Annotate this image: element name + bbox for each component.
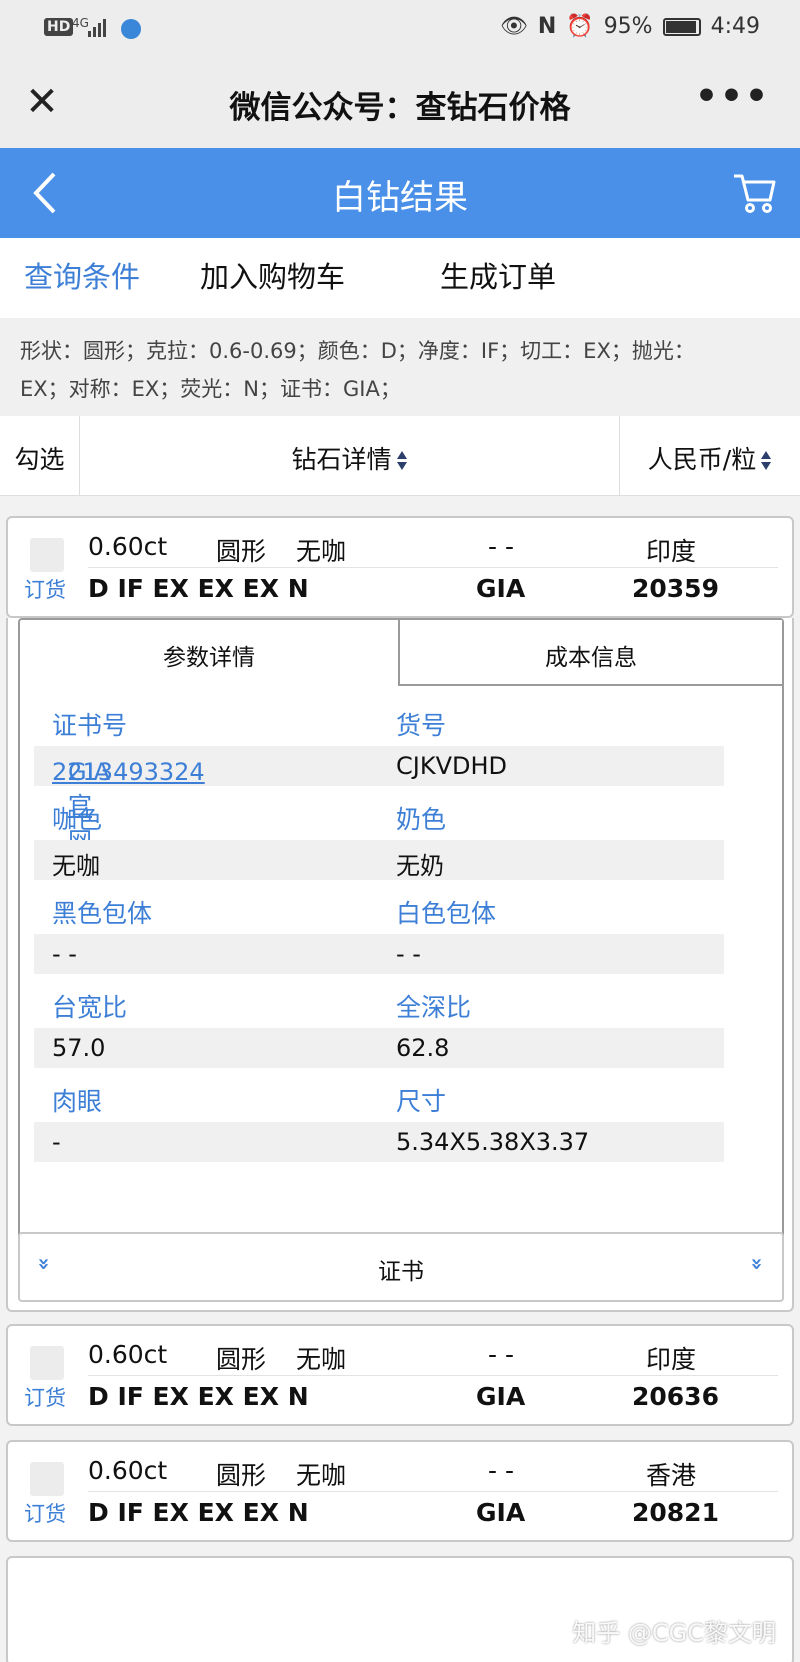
conditions-line-1: 形状：圆形；克拉：0.6-0.69；颜色：D；净度：IF；切工：EX；抛光：: [20, 339, 695, 363]
battery-icon: [662, 17, 701, 36]
size-label: 尺寸: [396, 1087, 447, 1116]
network-type: 4G: [72, 16, 89, 30]
header-title: 白钻结果: [332, 178, 468, 218]
add-to-cart-button[interactable]: 加入购物车: [200, 254, 345, 296]
tab-cost[interactable]: 成本信息: [400, 620, 782, 686]
wechat-title-bar: ✕ 微信公众号：查钻石价格 •••: [0, 56, 800, 148]
origin: 印度: [646, 1345, 697, 1374]
brown-tint: 无咖: [296, 537, 347, 566]
milky-value: - -: [488, 1456, 514, 1485]
price-column-header[interactable]: 人民币/粒: [620, 416, 800, 496]
select-column-header: 勾选: [0, 416, 80, 496]
stock-no-value: CJKVDHD: [396, 752, 507, 780]
page-title: 微信公众号：查钻石价格: [229, 90, 571, 126]
app-header: 白钻结果: [0, 148, 800, 238]
depth-ratio-label: 全深比: [396, 993, 472, 1022]
table-ratio-label: 台宽比: [52, 993, 128, 1022]
alarm-icon: ⏰: [566, 14, 594, 39]
detail-panel: 参数详情 成本信息 证书号 货号 2213493324 GIA官网 CJKVDH…: [6, 618, 794, 1312]
grade: D IF EX EX EX N: [88, 574, 309, 603]
browser-icon: [121, 19, 141, 39]
select-checkbox[interactable]: [30, 1346, 64, 1380]
grade: D IF EX EX EX N: [88, 1498, 309, 1527]
sort-icon[interactable]: [396, 449, 408, 473]
eye-clean-value: -: [52, 1128, 61, 1156]
brown-tint: 无咖: [296, 1345, 347, 1374]
tab-params[interactable]: 参数详情: [20, 620, 400, 686]
white-inclusion-value: - -: [396, 940, 421, 968]
carat: 0.60ct: [88, 1456, 168, 1485]
details-header-label: 钻石详情: [291, 445, 392, 474]
black-inclusion-value: - -: [52, 940, 77, 968]
nfc-icon: N: [537, 14, 557, 39]
milky-value: - -: [488, 1340, 514, 1369]
table-header: 勾选 钻石详情 人民币/粒: [0, 416, 800, 496]
query-conditions-tab[interactable]: 查询条件: [24, 254, 140, 296]
certificate-label: 证书: [378, 1259, 424, 1285]
clock: 4:49: [710, 14, 760, 39]
shape: 圆形: [216, 537, 267, 566]
white-inclusion-label: 白色包体: [396, 899, 497, 928]
stock-no-label: 货号: [396, 711, 447, 740]
milky-value: 无奶: [396, 852, 444, 880]
depth-ratio-value: 62.8: [396, 1034, 450, 1062]
origin: 香港: [646, 1461, 697, 1490]
cart-icon[interactable]: [732, 170, 778, 216]
brown-label: 咖色: [52, 805, 103, 834]
query-conditions-text: 形状：圆形；克拉：0.6-0.69；颜色：D；净度：IF；切工：EX；抛光： E…: [0, 318, 800, 416]
hd-indicator: HD: [44, 18, 74, 36]
size-value: 5.34X5.38X3.37: [396, 1128, 590, 1156]
order-link[interactable]: 订货: [24, 1498, 66, 1528]
list-item[interactable]: 订货 0.60ct 圆形 无咖 - - 印度 D IF EX EX EX N G…: [6, 1324, 794, 1426]
lab: GIA: [476, 574, 526, 603]
grade: D IF EX EX EX N: [88, 1382, 309, 1411]
list-item[interactable]: 订货 0.60ct 圆形 无咖 - - 香港 D IF EX EX EX N G…: [6, 1440, 794, 1542]
action-bar: 查询条件 加入购物车 生成订单: [0, 238, 800, 318]
eye-icon: 👁: [499, 14, 528, 39]
order-link[interactable]: 订货: [24, 1382, 66, 1412]
carat: 0.60ct: [88, 532, 168, 561]
details-column-header[interactable]: 钻石详情: [80, 416, 620, 496]
price: 20636: [632, 1382, 719, 1411]
milky-label: 奶色: [396, 805, 447, 834]
order-link[interactable]: 订货: [24, 574, 66, 604]
signal-icon: [88, 17, 110, 37]
shape: 圆形: [216, 1461, 267, 1490]
carat: 0.60ct: [88, 1340, 168, 1369]
select-checkbox[interactable]: [30, 1462, 64, 1496]
price-header-label: 人民币/粒: [647, 445, 757, 474]
lab: GIA: [476, 1498, 526, 1527]
cert-no-label: 证书号: [52, 711, 128, 740]
shape: 圆形: [216, 1345, 267, 1374]
sort-icon[interactable]: [760, 449, 772, 473]
brown-value: 无咖: [52, 852, 100, 880]
more-menu-icon[interactable]: •••: [695, 76, 770, 117]
detail-tabs: 参数详情 成本信息: [20, 620, 782, 686]
create-order-button[interactable]: 生成订单: [440, 254, 556, 296]
detail-tabs-container: 参数详情 成本信息 证书号 货号 2213493324 GIA官网 CJKVDH…: [18, 618, 784, 1294]
lab: GIA: [476, 1382, 526, 1411]
watermark: 知乎 @CGC黎文明: [572, 1619, 776, 1647]
milky-value: - -: [488, 532, 514, 561]
black-inclusion-label: 黑色包体: [52, 899, 153, 928]
price: 20821: [632, 1498, 719, 1527]
brown-tint: 无咖: [296, 1461, 347, 1490]
origin: 印度: [646, 537, 697, 566]
status-bar: HD 4G 👁 N ⏰ 95% 4:49: [0, 0, 800, 56]
select-checkbox[interactable]: [30, 538, 64, 572]
price: 20359: [632, 574, 719, 603]
list-item[interactable]: 订货 0.60ct 圆形 无咖 - - 印度 D IF EX EX EX N G…: [6, 516, 794, 618]
certificate-expander[interactable]: » 证书 »: [18, 1232, 784, 1302]
eye-clean-label: 肉眼: [52, 1087, 103, 1116]
battery-percent: 95%: [603, 14, 653, 39]
chevron-down-icon: »: [745, 1257, 770, 1271]
table-ratio-value: 57.0: [52, 1034, 106, 1062]
params-grid: 证书号 货号 2213493324 GIA官网 CJKVDHD 咖色 奶色 无咖…: [34, 706, 724, 1176]
conditions-line-2: EX；对称：EX；荧光：N；证书：GIA；: [20, 377, 401, 401]
